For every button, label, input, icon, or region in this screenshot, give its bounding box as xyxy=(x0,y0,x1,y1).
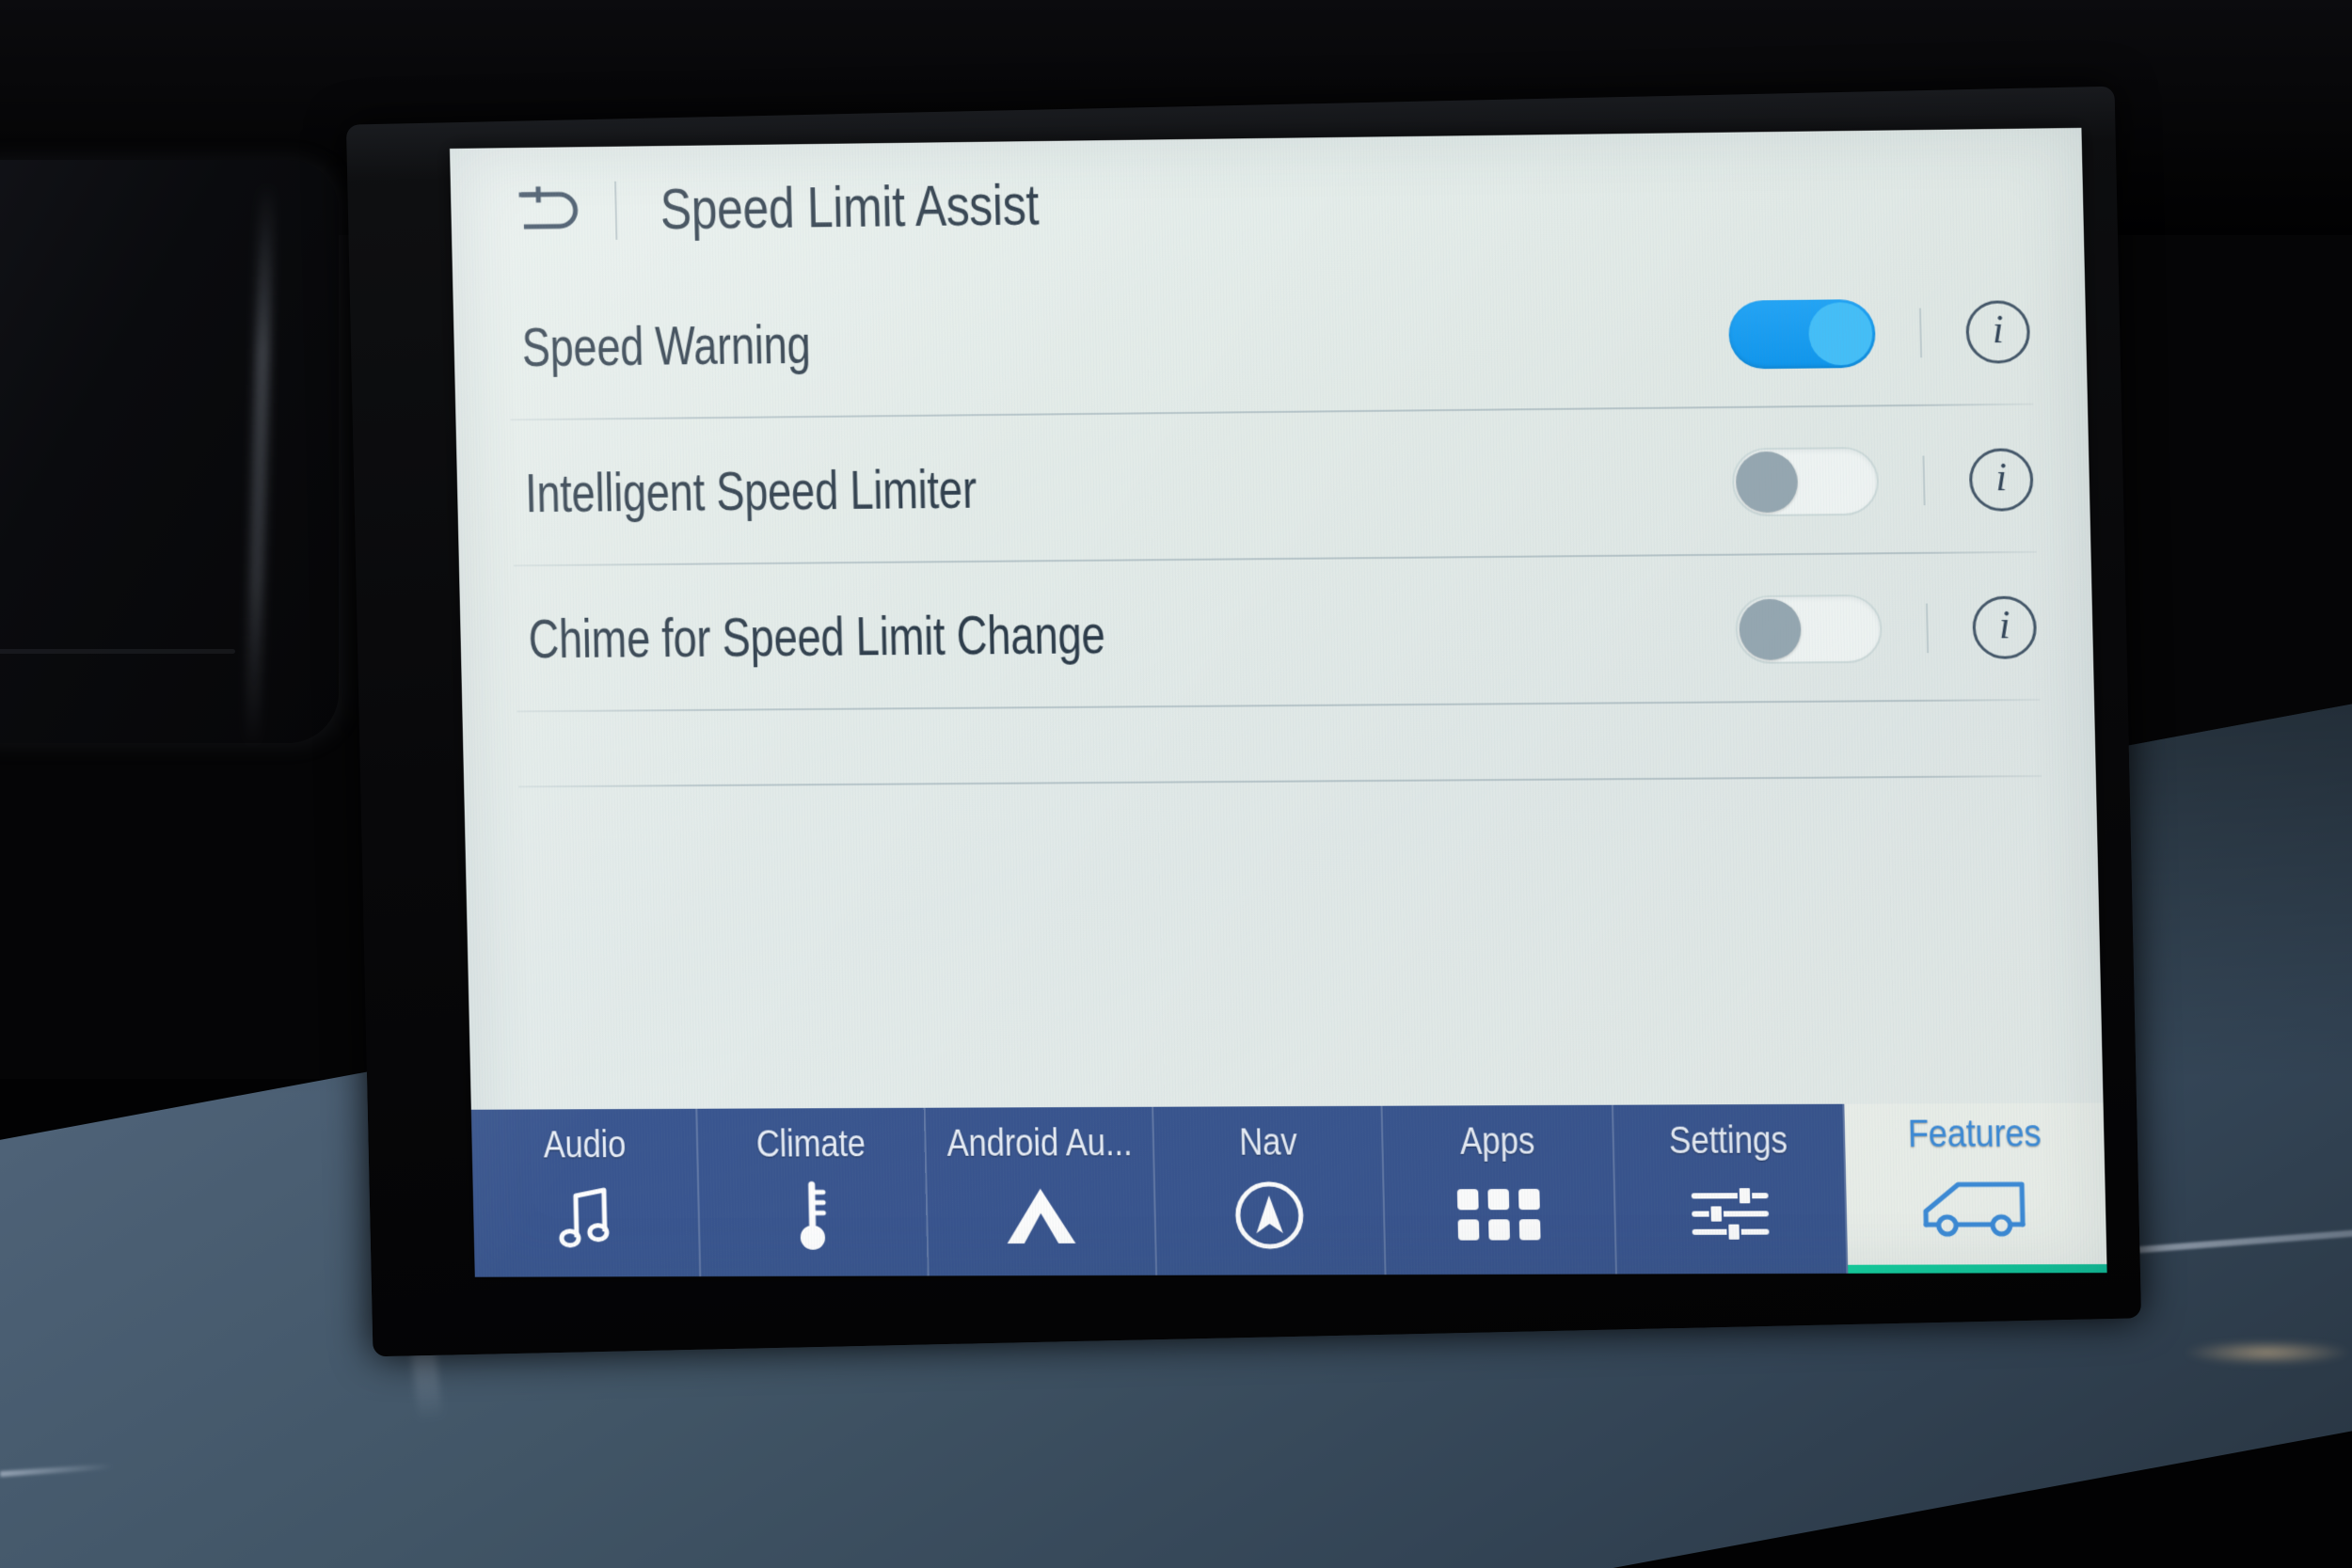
info-icon[interactable]: i xyxy=(1968,447,2034,512)
settings-row-controls: i xyxy=(1734,592,2093,664)
settings-row-label: Intelligent Speed Limiter xyxy=(524,458,977,524)
sliders-icon xyxy=(1688,1174,1772,1254)
speed-warning-toggle[interactable] xyxy=(1727,298,1877,370)
header-divider xyxy=(614,181,618,240)
page-title: Speed Limit Assist xyxy=(660,172,1040,243)
settings-row-label: Speed Warning xyxy=(521,314,812,378)
settings-row[interactable]: Speed Warning i xyxy=(453,257,2088,421)
screen-header: Speed Limit Assist xyxy=(450,128,2084,276)
dashboard-photo: Speed Limit Assist Speed Warning i Intel… xyxy=(0,0,2352,1568)
settings-row[interactable]: Intelligent Speed Limiter i xyxy=(455,404,2090,567)
control-divider xyxy=(1918,308,1923,357)
nav-item-label: Nav xyxy=(1238,1121,1297,1164)
nav-item-label: Settings xyxy=(1668,1119,1788,1163)
toggle-knob xyxy=(1735,451,1799,513)
nav-item-audio[interactable]: Audio xyxy=(470,1108,702,1277)
bottom-navigation-bar: Audio Climate Android Au... Nav Apps Set… xyxy=(470,1102,2107,1277)
features-active-indicator xyxy=(1848,1264,2107,1274)
app-grid-icon xyxy=(1457,1175,1542,1255)
infotainment-screen: Speed Limit Assist Speed Warning i Intel… xyxy=(450,127,2107,1277)
nav-item-features[interactable]: Features xyxy=(1844,1102,2107,1274)
nav-item-android-auto[interactable]: Android Au... xyxy=(925,1106,1158,1276)
nav-item-label: Climate xyxy=(755,1123,866,1165)
nav-item-nav[interactable]: Nav xyxy=(1153,1105,1387,1275)
nav-item-label: Audio xyxy=(542,1124,627,1166)
dashboard-air-vent xyxy=(0,160,339,743)
row-divider xyxy=(518,775,2042,788)
nav-item-apps[interactable]: Apps xyxy=(1382,1104,1617,1275)
info-icon[interactable]: i xyxy=(1972,594,2038,659)
intelligent-speed-limiter-toggle[interactable] xyxy=(1731,446,1880,516)
back-button[interactable] xyxy=(515,177,584,245)
toggle-knob xyxy=(1739,598,1802,660)
chime-speed-limit-change-toggle[interactable] xyxy=(1734,594,1883,664)
android-auto-icon xyxy=(998,1176,1084,1256)
nav-item-label: Features xyxy=(1907,1110,2042,1156)
thermometer-icon xyxy=(791,1177,834,1256)
settings-row-label: Chime for Speed Limit Change xyxy=(527,604,1106,670)
settings-list: Speed Warning i Intelligent Speed Limite… xyxy=(453,257,2096,788)
nav-item-settings[interactable]: Settings xyxy=(1613,1103,1849,1275)
control-divider xyxy=(1925,603,1930,653)
back-arrow-icon xyxy=(518,185,578,229)
settings-row-controls: i xyxy=(1727,296,2087,370)
nav-item-climate[interactable]: Climate xyxy=(697,1107,930,1277)
info-icon[interactable]: i xyxy=(1965,299,2031,364)
toggle-knob xyxy=(1807,301,1873,366)
nav-item-label: Apps xyxy=(1459,1120,1536,1163)
list-trailing-space xyxy=(462,701,2095,788)
music-note-icon xyxy=(557,1178,615,1257)
settings-row-controls: i xyxy=(1731,444,2090,516)
screen-surface: Speed Limit Assist Speed Warning i Intel… xyxy=(450,127,2107,1277)
vehicle-van-icon xyxy=(1914,1167,2039,1248)
compass-arrow-icon xyxy=(1232,1176,1308,1256)
trim-reflection-warm xyxy=(2183,1340,2352,1365)
control-divider xyxy=(1922,455,1926,505)
settings-row[interactable]: Chime for Speed Limit Change i xyxy=(459,552,2094,713)
nav-item-label: Android Au... xyxy=(946,1121,1133,1164)
